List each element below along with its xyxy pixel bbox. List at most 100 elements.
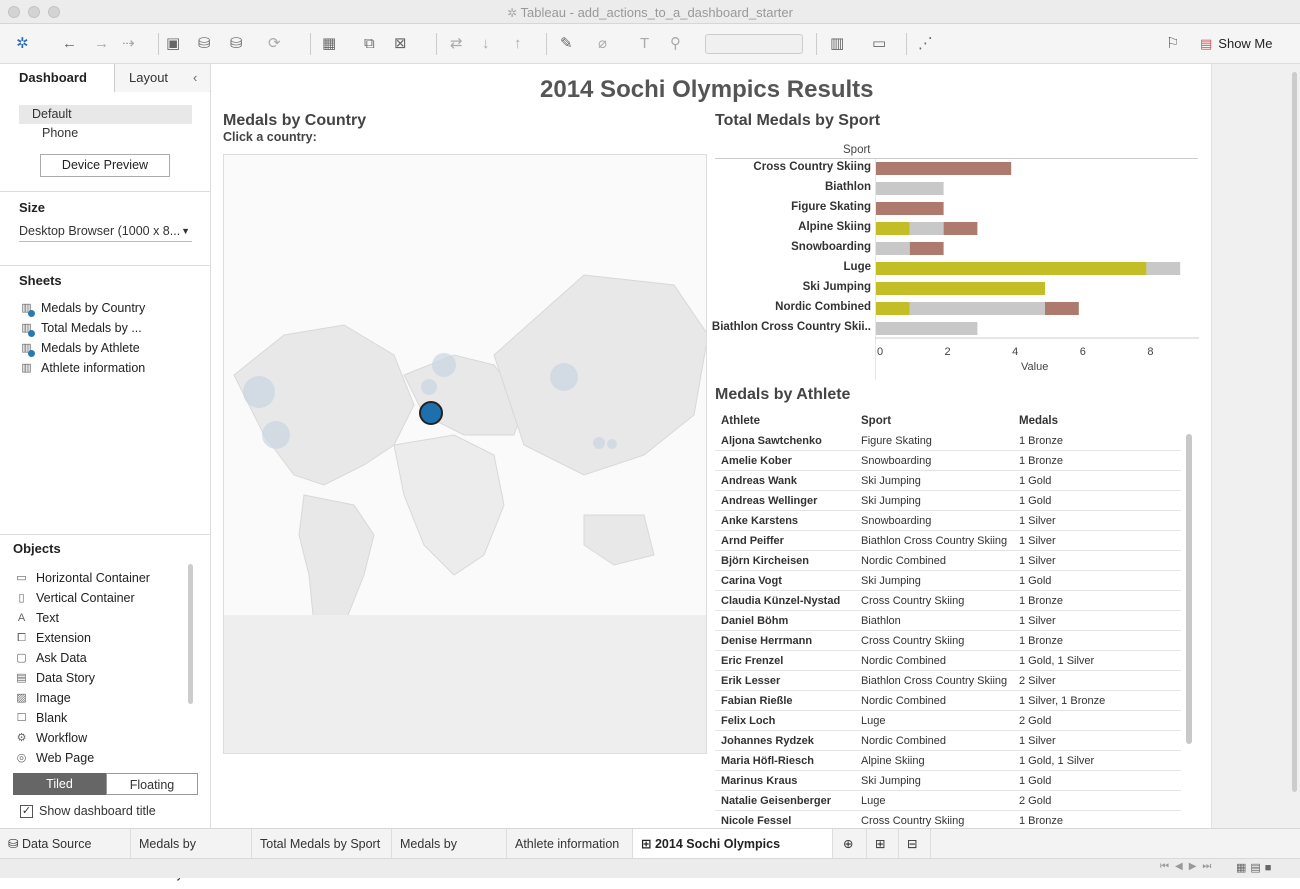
object-horizontal-container[interactable]: ▭ Horizontal Container: [15, 568, 150, 588]
show-title-checkbox[interactable]: ✓ Show dashboard title: [20, 804, 156, 818]
bar-segment[interactable]: [876, 262, 1147, 275]
table-row[interactable]: Johannes Rydzek Nordic Combined 1 Silver: [715, 731, 1181, 751]
table-row[interactable]: Aljona Sawtchenko Figure Skating 1 Bronze: [715, 431, 1181, 451]
table-row[interactable]: Marinus Kraus Ski Jumping 1 Gold: [715, 771, 1181, 791]
tooltip-icon[interactable]: ⚐: [1166, 32, 1179, 56]
duplicate-icon[interactable]: ⧉: [364, 32, 375, 56]
table-row[interactable]: Anke Karstens Snowboarding 1 Silver: [715, 511, 1181, 531]
bar-segment[interactable]: [876, 302, 910, 315]
column-medals[interactable]: Medals: [1019, 415, 1058, 427]
collapse-sidebar-icon[interactable]: ‹: [193, 64, 197, 92]
map-bubble[interactable]: [262, 421, 290, 449]
table-row[interactable]: Björn Kircheisen Nordic Combined 1 Silver: [715, 551, 1181, 571]
replay-icon[interactable]: ⇢: [122, 32, 135, 56]
tab-athlete-information[interactable]: Athlete information: [507, 829, 633, 859]
highlight-icon[interactable]: ✎: [560, 32, 573, 56]
sheet-item-medals-by-athlete[interactable]: ▥ Medals by Athlete: [20, 338, 140, 358]
undo-icon[interactable]: ←: [62, 32, 77, 56]
sort-asc-icon[interactable]: ↓: [482, 32, 490, 56]
map-bubble[interactable]: [243, 376, 275, 408]
tiled-toggle[interactable]: Tiled: [13, 773, 106, 795]
table-row[interactable]: Felix Loch Luge 2 Gold: [715, 711, 1181, 731]
map-bubble[interactable]: [593, 437, 605, 449]
sheet-item-athlete-information[interactable]: ▥ Athlete information: [20, 358, 145, 378]
bar-segment[interactable]: [909, 302, 1045, 315]
column-sport[interactable]: Sport: [861, 415, 891, 427]
map-bubble-selected[interactable]: [419, 401, 443, 425]
column-athlete[interactable]: Athlete: [721, 415, 760, 427]
fit-dropdown[interactable]: [705, 34, 803, 54]
object-blank[interactable]: ☐ Blank: [15, 708, 68, 728]
show-me-button[interactable]: ▤ Show Me: [1200, 32, 1273, 56]
table-row[interactable]: Eric Frenzel Nordic Combined 1 Gold, 1 Sil…: [715, 651, 1181, 671]
map-bubble[interactable]: [421, 379, 437, 395]
clear-icon[interactable]: ⊠: [394, 32, 407, 56]
save-icon[interactable]: ▣: [166, 32, 180, 56]
maximize-dot[interactable]: [48, 6, 60, 18]
table-row[interactable]: Denise Herrmann Cross Country Skiing 1 Bro…: [715, 631, 1181, 651]
tab-medals-by-country[interactable]: Medals by Country: [131, 829, 252, 881]
bar-segment[interactable]: [876, 202, 944, 215]
table-row[interactable]: Maria Höfl-Riesch Alpine Skiing 1 Gold, 1 …: [715, 751, 1181, 771]
minimize-dot[interactable]: [28, 6, 40, 18]
object-workflow[interactable]: ⚙ Workflow: [15, 728, 88, 748]
bar-segment[interactable]: [876, 282, 1045, 295]
tab-data-source[interactable]: ⛁ Data Source: [0, 829, 131, 859]
tab-medals-by-athlete[interactable]: Medals by Athlete: [392, 829, 507, 881]
table-row[interactable]: Carina Vogt Ski Jumping 1 Gold: [715, 571, 1181, 591]
table-row[interactable]: Natalie Geisenberger Luge 2 Gold: [715, 791, 1181, 811]
bar-segment[interactable]: [876, 222, 910, 235]
bar-segment[interactable]: [943, 222, 978, 235]
tab-total-medals-by-sport[interactable]: Total Medals by Sport: [252, 829, 392, 859]
table-row[interactable]: Fabian Rießle Nordic Combined 1 Silver, 1 …: [715, 691, 1181, 711]
view-toggle-icon[interactable]: ▦▤■: [1236, 861, 1275, 874]
bar-segment[interactable]: [909, 242, 944, 255]
objects-scrollbar[interactable]: [188, 564, 193, 704]
object-data-story[interactable]: ▤ Data Story: [15, 668, 95, 688]
redo-icon[interactable]: →: [94, 32, 109, 56]
object-image[interactable]: ▨ Image: [15, 688, 70, 708]
bar-segment[interactable]: [1045, 302, 1079, 315]
medals-map[interactable]: [223, 154, 707, 754]
table-row[interactable]: Daniel Böhm Biathlon 1 Silver: [715, 611, 1181, 631]
floating-toggle[interactable]: Floating: [106, 773, 198, 795]
new-worksheet-icon[interactable]: ⊕: [835, 829, 867, 859]
map-bubble[interactable]: [550, 363, 578, 391]
bar-segment[interactable]: [909, 222, 944, 235]
device-preview-button[interactable]: Device Preview: [40, 154, 170, 177]
object-extension[interactable]: ⧠ Extension: [15, 628, 91, 648]
bar-segment[interactable]: [876, 162, 1012, 175]
pause-updates-icon[interactable]: ⛁: [230, 32, 243, 56]
object-web-page[interactable]: ◎ Web Page: [15, 748, 94, 768]
new-sheet-icon[interactable]: ▦: [322, 32, 336, 56]
size-dropdown[interactable]: Desktop Browser (1000 x 8... ▼: [19, 222, 192, 242]
share-icon[interactable]: ⋰: [918, 32, 933, 56]
sheet-item-total-medals[interactable]: ▥ Total Medals by ...: [20, 318, 142, 338]
swap-icon[interactable]: ⇄: [450, 32, 463, 56]
table-row[interactable]: Andreas Wank Ski Jumping 1 Gold: [715, 471, 1181, 491]
table-row[interactable]: Arnd Peiffer Biathlon Cross Country Skiin…: [715, 531, 1181, 551]
tab-sochi-dashboard[interactable]: ⊞ 2014 Sochi Olympics Results: [633, 829, 833, 881]
object-ask-data[interactable]: ▢ Ask Data: [15, 648, 86, 668]
window-controls[interactable]: [8, 6, 60, 18]
bar-segment[interactable]: [876, 242, 910, 255]
tableau-home-icon[interactable]: ✲: [16, 32, 29, 56]
object-text[interactable]: A Text: [15, 608, 59, 628]
bar-segment[interactable]: [1146, 262, 1181, 275]
canvas-scrollbar[interactable]: [1292, 72, 1297, 792]
new-datasource-icon[interactable]: ⛁: [198, 32, 211, 56]
sort-desc-icon[interactable]: ↑: [514, 32, 522, 56]
new-story-icon[interactable]: ⊟: [899, 829, 931, 859]
nav-arrows-icon[interactable]: ⏮◀▶⏭: [1160, 861, 1217, 872]
table-row[interactable]: Andreas Wellinger Ski Jumping 1 Gold: [715, 491, 1181, 511]
table-row[interactable]: Amelie Kober Snowboarding 1 Bronze: [715, 451, 1181, 471]
device-default[interactable]: Default: [19, 105, 192, 124]
table-scrollbar[interactable]: [1186, 434, 1192, 744]
map-bubble[interactable]: [432, 353, 456, 377]
tab-dashboard[interactable]: Dashboard: [0, 64, 114, 92]
refresh-icon[interactable]: ⟳: [268, 32, 281, 56]
bar-segment[interactable]: [876, 322, 978, 335]
presentation-icon[interactable]: ▭: [872, 32, 886, 56]
table-row[interactable]: Claudia Künzel-Nystad Cross Country Skiin…: [715, 591, 1181, 611]
map-bubble[interactable]: [607, 439, 617, 449]
